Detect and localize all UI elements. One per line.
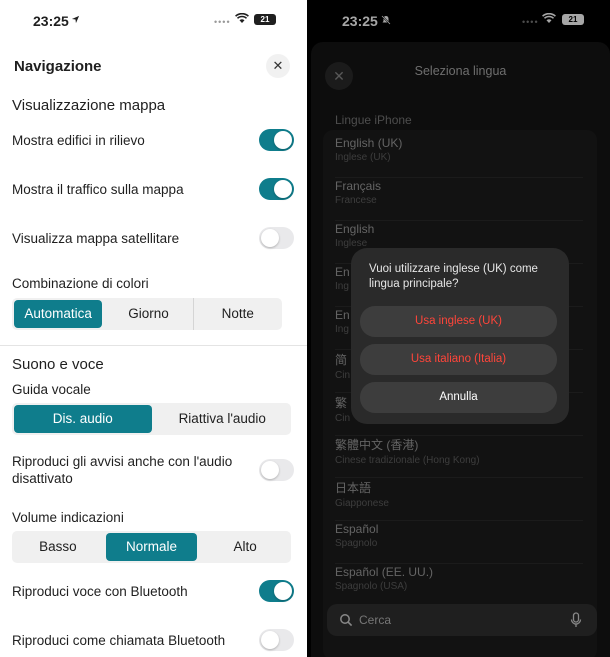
- voice-unmute-option[interactable]: Riattiva l'audio: [154, 403, 292, 435]
- cellular-signal-icon: ••••: [214, 17, 231, 27]
- language-picker-screen: 23:25 •••• 21 ✕ Seleziona lingua Lingue …: [309, 0, 610, 657]
- bluetooth-voice-toggle[interactable]: [259, 580, 294, 602]
- color-scheme-automatic[interactable]: Automatica: [14, 300, 103, 328]
- satellite-toggle[interactable]: [259, 227, 294, 249]
- volume-label: Volume indicazioni: [12, 510, 124, 525]
- voice-guidance-label: Guida vocale: [12, 382, 91, 397]
- color-scheme-day[interactable]: Giorno: [104, 298, 192, 330]
- toggle-knob: [261, 461, 279, 479]
- volume-low[interactable]: Basso: [12, 531, 104, 563]
- toggle-knob: [274, 131, 292, 149]
- status-time: 23:25: [33, 13, 69, 29]
- color-scheme-label: Combinazione di colori: [12, 276, 149, 291]
- battery-icon: 21: [254, 14, 276, 25]
- map-section-title: Visualizzazione mappa: [12, 97, 166, 114]
- dialog-message: Vuoi utilizzare inglese (UK) come lingua…: [369, 263, 538, 290]
- wifi-icon: [235, 13, 249, 23]
- traffic-label: Mostra il traffico sulla mappa: [12, 182, 184, 197]
- cancel-button[interactable]: Annulla: [360, 382, 557, 413]
- use-english-button[interactable]: Usa inglese (UK): [360, 306, 557, 337]
- color-scheme-night[interactable]: Notte: [192, 298, 282, 330]
- bluetooth-call-toggle[interactable]: [259, 629, 294, 651]
- language-confirm-dialog: Vuoi utilizzare inglese (UK) come lingua…: [351, 248, 569, 424]
- toggle-knob: [274, 582, 292, 600]
- section-divider: [0, 345, 307, 346]
- use-italian-button[interactable]: Usa italiano (Italia): [360, 344, 557, 375]
- buildings-3d-label: Mostra edifici in rilievo: [12, 133, 145, 148]
- search-icon: [340, 614, 353, 627]
- toggle-knob: [261, 229, 279, 247]
- microphone-icon[interactable]: [570, 612, 582, 628]
- sound-section-title: Suono e voce: [12, 356, 104, 373]
- buildings-3d-toggle[interactable]: [259, 129, 294, 151]
- voice-guidance-selector: Dis. audio Riattiva l'audio: [12, 403, 291, 435]
- status-bar: 23:25 •••• 21: [0, 0, 307, 42]
- toggle-knob: [261, 631, 279, 649]
- search-field[interactable]: Cerca: [327, 604, 597, 636]
- bluetooth-call-label: Riproduci come chiamata Bluetooth: [12, 633, 226, 648]
- page-title: Navigazione: [14, 58, 102, 75]
- color-scheme-selector: Automatica Giorno Notte: [12, 298, 282, 330]
- muted-alerts-label: Riproduci gli avvisi anche con l'audio d…: [12, 454, 233, 486]
- bluetooth-voice-label: Riproduci voce con Bluetooth: [12, 584, 188, 599]
- search-placeholder: Cerca: [359, 613, 392, 627]
- volume-normal[interactable]: Normale: [105, 533, 198, 561]
- navigation-settings-panel: 23:25 •••• 21 Navigazione ✕ Visualizzazi…: [0, 0, 307, 657]
- close-button[interactable]: ✕: [266, 54, 290, 78]
- volume-selector: Basso Normale Alto: [12, 531, 291, 563]
- voice-mute-option[interactable]: Dis. audio: [14, 405, 152, 433]
- traffic-toggle[interactable]: [259, 178, 294, 200]
- volume-high[interactable]: Alto: [199, 531, 291, 563]
- satellite-label: Visualizza mappa satellitare: [12, 231, 180, 246]
- location-arrow-icon: [71, 15, 80, 24]
- muted-alerts-toggle[interactable]: [259, 459, 294, 481]
- toggle-knob: [274, 180, 292, 198]
